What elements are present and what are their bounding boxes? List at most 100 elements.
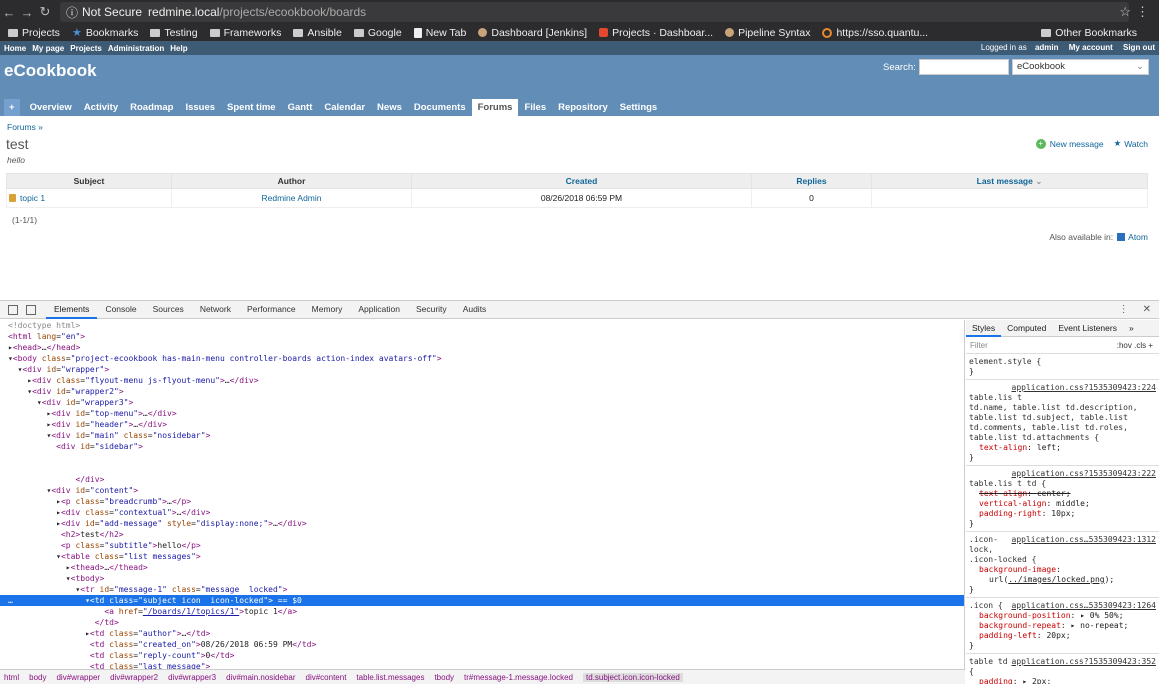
stab-more[interactable]: » <box>1123 320 1140 337</box>
tab-settings[interactable]: Settings <box>614 99 663 116</box>
devtab-network[interactable]: Network <box>192 300 239 319</box>
dom-line[interactable]: <h2>test</h2> <box>0 529 964 540</box>
dom-line[interactable]: ▸<div id="top-menu">…</div> <box>0 408 964 419</box>
close-icon[interactable]: ✕ <box>1143 304 1151 315</box>
dom-line[interactable]: <div id="sidebar"> <box>0 441 964 452</box>
topmenu-home[interactable]: Home <box>4 44 26 53</box>
devtab-performance[interactable]: Performance <box>239 300 304 319</box>
topmenu-administration[interactable]: Administration <box>108 44 164 53</box>
bookmark-new-tab[interactable]: New Tab <box>413 27 466 39</box>
tab-forums[interactable]: Forums <box>471 99 519 116</box>
devtab-application[interactable]: Application <box>350 300 408 319</box>
dom-crumb[interactable]: tr#message-1.message.locked <box>464 673 573 682</box>
stab-computed[interactable]: Computed <box>1001 320 1052 337</box>
styles-filter[interactable]: Filter :hov .cls + <box>966 337 1159 354</box>
style-rule[interactable]: application.css?1535309423:224 table.lis … <box>966 380 1159 466</box>
back-icon[interactable]: ← <box>0 5 18 20</box>
dom-crumb[interactable]: div#wrapper3 <box>168 673 216 682</box>
tab-roadmap[interactable]: Roadmap <box>124 99 179 116</box>
dom-crumb[interactable]: body <box>29 673 46 682</box>
dom-line[interactable]: ▾<tr id="message-1" class="message locke… <box>0 584 964 595</box>
breadcrumb[interactable]: Forums » <box>7 122 43 132</box>
forward-icon[interactable]: → <box>18 5 36 20</box>
bookmark-testing[interactable]: Testing <box>150 27 198 39</box>
dom-line[interactable]: <td class="reply-count">0</td> <box>0 650 964 661</box>
dom-line[interactable]: </td> <box>0 617 964 628</box>
devtab-sources[interactable]: Sources <box>145 300 192 319</box>
devtools-menu-icon[interactable]: ⋮ <box>1119 304 1129 315</box>
watch-link[interactable]: Watch <box>1124 139 1148 149</box>
new-message-link[interactable]: New message <box>1050 139 1104 149</box>
dom-line[interactable]: ▸<thead>…</thead> <box>0 562 964 573</box>
bookmark-jenkins[interactable]: Dashboard [Jenkins] <box>478 27 587 39</box>
bookmark-ansible[interactable]: Ansible <box>293 27 342 39</box>
dom-crumb[interactable]: tbody <box>434 673 454 682</box>
bookmark-other[interactable]: Other Bookmarks <box>1041 27 1137 39</box>
stab-event-listeners[interactable]: Event Listeners <box>1052 320 1123 337</box>
dom-line[interactable]: ▸<div class="contextual">…</div> <box>0 507 964 518</box>
tab-repository[interactable]: Repository <box>552 99 614 116</box>
logged-in-user[interactable]: admin <box>1035 43 1059 52</box>
dom-line[interactable]: ▸<head>…</head> <box>0 342 964 353</box>
bookmark-bookmarks[interactable]: ★ Bookmarks <box>72 26 138 40</box>
dom-line[interactable]: <td class="last_message"> <box>0 661 964 669</box>
topmenu-my-page[interactable]: My page <box>32 44 64 53</box>
dom-tree[interactable]: <!doctype html> <html lang="en"> ▸<head>… <box>0 320 965 669</box>
dom-line[interactable]: ▸<div class="flyout-menu js-flyout-menu"… <box>0 375 964 386</box>
devtab-security[interactable]: Security <box>408 300 455 319</box>
tab-news[interactable]: News <box>371 99 408 116</box>
dom-line[interactable]: <td class="created_on">08/26/2018 06:59 … <box>0 639 964 650</box>
browser-menu-icon[interactable]: ⋮ <box>1136 4 1149 20</box>
dom-line[interactable]: ▾<div id="wrapper3"> <box>0 397 964 408</box>
bookmark-pipeline[interactable]: Pipeline Syntax <box>725 27 810 39</box>
dom-line-selected[interactable]: … ▾<td class="subject icon icon-locked">… <box>0 595 964 606</box>
topic-link[interactable]: topic 1 <box>20 193 45 203</box>
tab-issues[interactable]: Issues <box>179 99 221 116</box>
style-rule[interactable]: application.css?1535309423:352 table td{p… <box>966 654 1159 684</box>
dom-line[interactable]: ▸<td class="author">…</td> <box>0 628 964 639</box>
tab-calendar[interactable]: Calendar <box>318 99 371 116</box>
project-jump-select[interactable]: eCookbook ⌄ <box>1012 59 1149 75</box>
search-input[interactable] <box>919 59 1009 75</box>
filter-tools[interactable]: :hov .cls + <box>1117 341 1153 350</box>
dom-crumb[interactable]: div#content <box>306 673 347 682</box>
dom-line[interactable]: ▾<div id="content"> <box>0 485 964 496</box>
tab-spent-time[interactable]: Spent time <box>221 99 282 116</box>
device-toggle-icon[interactable] <box>26 304 36 315</box>
dom-line[interactable]: <html lang="en"> <box>0 331 964 342</box>
dom-line[interactable] <box>0 463 964 474</box>
devtab-elements[interactable]: Elements <box>46 300 98 319</box>
style-rule[interactable]: application.css…535309423:1264 .icon {bac… <box>966 598 1159 654</box>
bookmark-star-icon[interactable]: ☆ <box>1119 4 1131 20</box>
dom-crumb-selected[interactable]: td.subject.icon.icon-locked <box>582 672 683 682</box>
devtab-audits[interactable]: Audits <box>455 300 495 319</box>
dom-line[interactable]: ▸<p class="breadcrumb">…</p> <box>0 496 964 507</box>
tab-new-object[interactable]: + <box>4 99 20 116</box>
col-replies[interactable]: Replies <box>751 173 872 189</box>
stab-styles[interactable]: Styles <box>966 320 1002 337</box>
my-account-link[interactable]: My account <box>1069 43 1113 52</box>
dom-line[interactable]: ▾<table class="list messages"> <box>0 551 964 562</box>
bookmark-google[interactable]: Google <box>353 27 402 39</box>
devtab-console[interactable]: Console <box>97 300 144 319</box>
dom-line[interactable]: <!doctype html> <box>0 320 964 331</box>
dom-line[interactable]: <a href="/boards/1/topics/1">topic 1</a> <box>0 606 964 617</box>
dom-line[interactable]: ▾<body class="project-ecookbook has-main… <box>0 353 964 364</box>
dom-crumb[interactable]: div#main.nosidebar <box>226 673 295 682</box>
dom-line[interactable]: ▸<div id="add-message" style="display:no… <box>0 518 964 529</box>
sign-out-link[interactable]: Sign out <box>1123 43 1155 52</box>
dom-line[interactable]: </div> <box>0 474 964 485</box>
tab-gantt[interactable]: Gantt <box>282 99 319 116</box>
devtab-memory[interactable]: Memory <box>304 300 351 319</box>
dom-line[interactable]: ▾<div id="wrapper"> <box>0 364 964 375</box>
tab-documents[interactable]: Documents <box>408 99 472 116</box>
dom-line[interactable] <box>0 452 964 463</box>
project-title[interactable]: eCookbook <box>4 61 97 81</box>
bookmark-gitlab[interactable]: Projects · Dashboar... <box>599 27 713 39</box>
col-created[interactable]: Created <box>411 173 752 189</box>
atom-link[interactable]: Atom <box>1128 232 1148 242</box>
inspect-icon[interactable] <box>8 304 18 315</box>
tab-activity[interactable]: Activity <box>78 99 124 116</box>
style-rule[interactable]: application.css?1535309423:222 table.lis … <box>966 466 1159 532</box>
info-icon[interactable]: ⓘ <box>66 4 78 21</box>
